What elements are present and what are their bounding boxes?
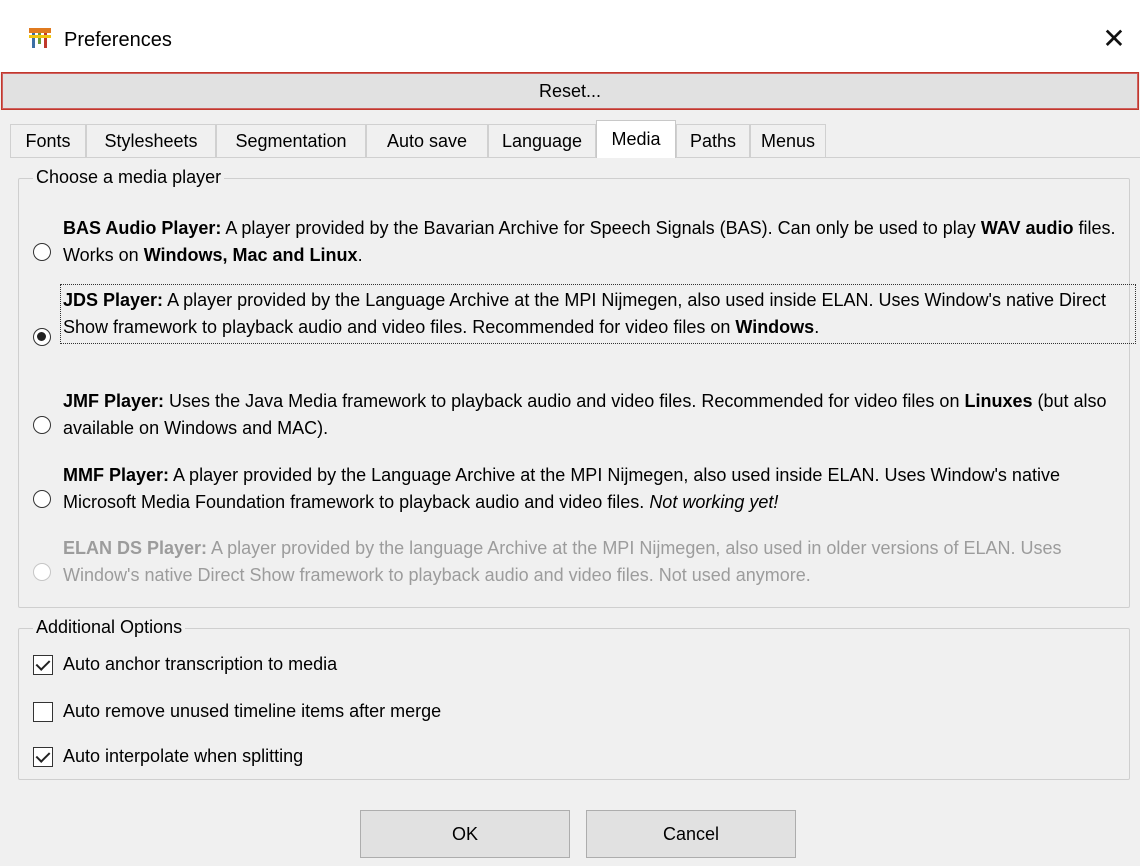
player-description-bas: BAS Audio Player: A player provided by t… xyxy=(63,215,1133,269)
option-label: Auto anchor transcription to media xyxy=(63,654,338,674)
tab-media[interactable]: Media xyxy=(596,120,676,158)
player-text: A player provided by the Language Archiv… xyxy=(63,465,1060,512)
media-tab-panel: Choose a media player BAS Audio Player: … xyxy=(10,157,1140,798)
elan-app-icon xyxy=(29,28,51,48)
radio-elan-ds xyxy=(33,563,51,581)
radio-bas[interactable] xyxy=(33,243,51,261)
tab-stylesheets[interactable]: Stylesheets xyxy=(86,124,216,157)
option-label: Auto interpolate when splitting xyxy=(63,746,304,766)
player-text-bold: Linuxes xyxy=(964,391,1033,411)
checkbox-auto-anchor[interactable] xyxy=(33,655,53,675)
player-name-jmf: JMF Player: xyxy=(63,391,165,411)
player-text: . xyxy=(357,245,363,265)
player-text-bold: WAV audio xyxy=(980,218,1074,238)
player-name-jds: JDS Player: xyxy=(63,290,164,310)
player-description-jmf: JMF Player: Uses the Java Media framewor… xyxy=(63,388,1133,442)
media-player-group: Choose a media player BAS Audio Player: … xyxy=(18,167,1136,608)
player-text: A player provided by the Language Archiv… xyxy=(63,290,1106,337)
media-player-group-label: Choose a media player xyxy=(33,167,225,188)
player-name-mmf: MMF Player: xyxy=(63,465,170,485)
option-label: Auto remove unused timeline items after … xyxy=(63,701,442,721)
radio-jds[interactable] xyxy=(33,328,51,346)
title-bar: Preferences ✕ xyxy=(0,0,1140,72)
player-text: A player provided by the Bavarian Archiv… xyxy=(221,218,981,238)
player-text: . xyxy=(814,317,820,337)
player-text-bold: Windows, Mac and Linux xyxy=(143,245,358,265)
window-title: Preferences xyxy=(64,29,172,51)
tab-fonts[interactable]: Fonts xyxy=(10,124,86,157)
player-description-jds: JDS Player: A player provided by the Lan… xyxy=(60,284,1136,344)
player-description-mmf: MMF Player: A player provided by the Lan… xyxy=(63,462,1133,516)
tab-language[interactable]: Language xyxy=(488,124,596,157)
additional-options-label: Additional Options xyxy=(33,617,186,638)
tab-menus[interactable]: Menus xyxy=(750,124,826,157)
close-icon[interactable]: ✕ xyxy=(1088,16,1140,62)
tab-auto-save[interactable]: Auto save xyxy=(366,124,488,157)
checkbox-auto-interpolate[interactable] xyxy=(33,747,53,767)
tab-segmentation[interactable]: Segmentation xyxy=(216,124,366,157)
additional-options-group: Additional Options Auto anchor transcrip… xyxy=(18,617,1130,780)
radio-jmf[interactable] xyxy=(33,416,51,434)
player-name-elan-ds: ELAN DS Player: xyxy=(63,538,208,558)
tab-paths[interactable]: Paths xyxy=(676,124,750,157)
cancel-button[interactable]: Cancel xyxy=(586,810,796,858)
player-text: A player provided by the language Archiv… xyxy=(63,538,1062,585)
player-description-elan-ds: ELAN DS Player: A player provided by the… xyxy=(63,535,1133,589)
player-text-italic: Not working yet! xyxy=(649,492,779,512)
radio-mmf[interactable] xyxy=(33,490,51,508)
player-name-bas: BAS Audio Player: xyxy=(63,218,222,238)
player-text-bold: Windows xyxy=(735,317,815,337)
ok-button[interactable]: OK xyxy=(360,810,570,858)
reset-button[interactable]: Reset... xyxy=(1,72,1139,110)
player-text: Uses the Java Media framework to playbac… xyxy=(164,391,965,411)
checkbox-auto-remove[interactable] xyxy=(33,702,53,722)
